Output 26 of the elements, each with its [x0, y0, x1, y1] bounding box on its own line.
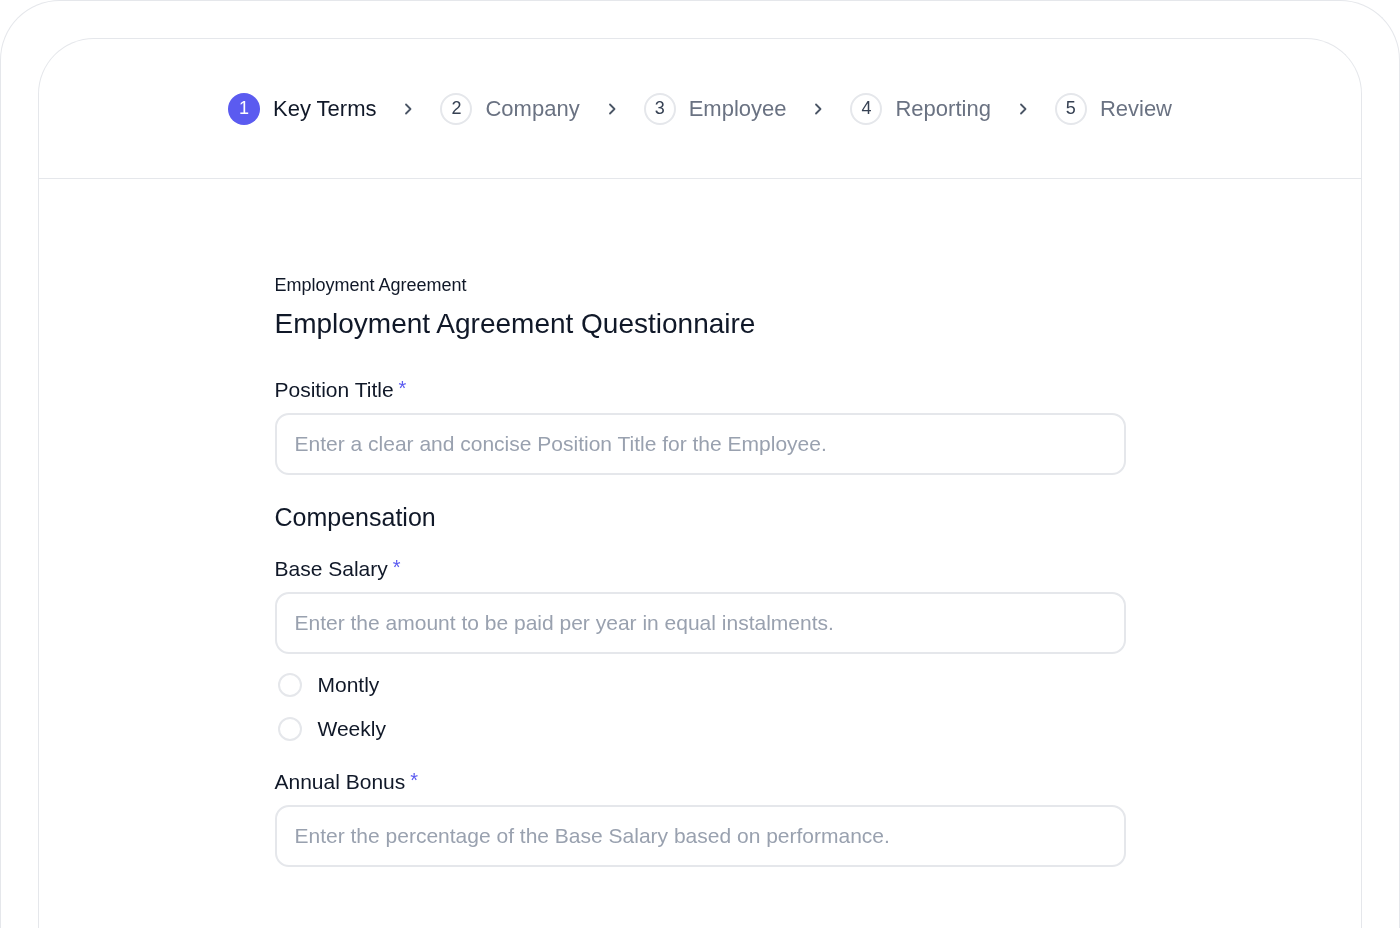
radio-button[interactable] — [277, 717, 302, 741]
step-number: 4 — [850, 92, 883, 125]
step-tab[interactable]: Company — [485, 92, 580, 125]
step-tab[interactable]: Review — [1099, 92, 1172, 125]
required-mark: * — [410, 768, 419, 792]
radio-label: Weekly — [317, 716, 386, 743]
form-eyebrow: Employment Agreement — [274, 274, 468, 297]
field-label: Annual Bonus — [274, 769, 406, 795]
step-number: 2 — [440, 92, 473, 125]
text-field[interactable]: Enter the amount to be paid per year in equal instalments. — [274, 592, 1126, 654]
required-mark: * — [398, 376, 407, 400]
step-number: 3 — [643, 92, 676, 125]
section-heading: Compensation — [274, 502, 437, 533]
step-tab[interactable]: Employee — [688, 92, 787, 125]
required-mark: * — [392, 555, 401, 579]
field-label: Position Title — [274, 377, 394, 403]
field-label: Base Salary — [274, 556, 388, 582]
radio-label: Montly — [317, 672, 380, 699]
step-number: 5 — [1054, 92, 1087, 125]
radio-button[interactable] — [277, 673, 302, 697]
text-field[interactable]: Enter a clear and concise Position Title for the Employee. — [274, 413, 1126, 475]
step-tab[interactable]: Key Terms — [272, 92, 377, 125]
step-number: 1 — [227, 92, 260, 125]
step-tab[interactable]: Reporting — [895, 92, 991, 125]
form-title: Employment Agreement Questionnaire — [274, 307, 757, 341]
text-field[interactable]: Enter the percentage of the Base Salary based on performance. — [274, 805, 1126, 867]
